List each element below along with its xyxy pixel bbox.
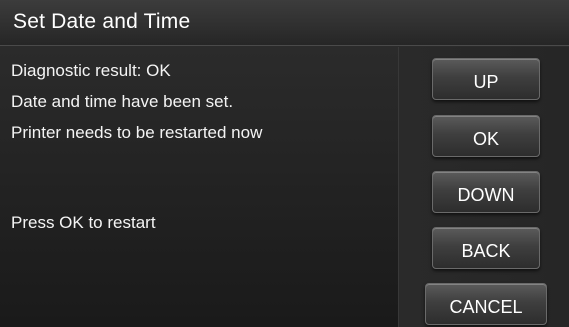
- title-bar: Set Date and Time: [0, 0, 569, 46]
- restart-needed-text: Printer needs to be restarted now: [11, 123, 263, 142]
- press-ok-instruction-text: Press OK to restart: [11, 213, 156, 232]
- ok-button[interactable]: OK: [432, 115, 540, 157]
- diagnostic-result-text: Diagnostic result: OK: [11, 61, 171, 80]
- printer-screen: Set Date and Time Diagnostic result: OK …: [0, 0, 569, 327]
- page-title: Set Date and Time: [13, 10, 191, 33]
- cancel-button[interactable]: CANCEL: [425, 283, 547, 325]
- up-button[interactable]: UP: [432, 58, 540, 100]
- date-time-set-text: Date and time have been set.: [11, 92, 234, 111]
- back-button[interactable]: BACK: [432, 227, 540, 269]
- down-button[interactable]: DOWN: [432, 171, 540, 213]
